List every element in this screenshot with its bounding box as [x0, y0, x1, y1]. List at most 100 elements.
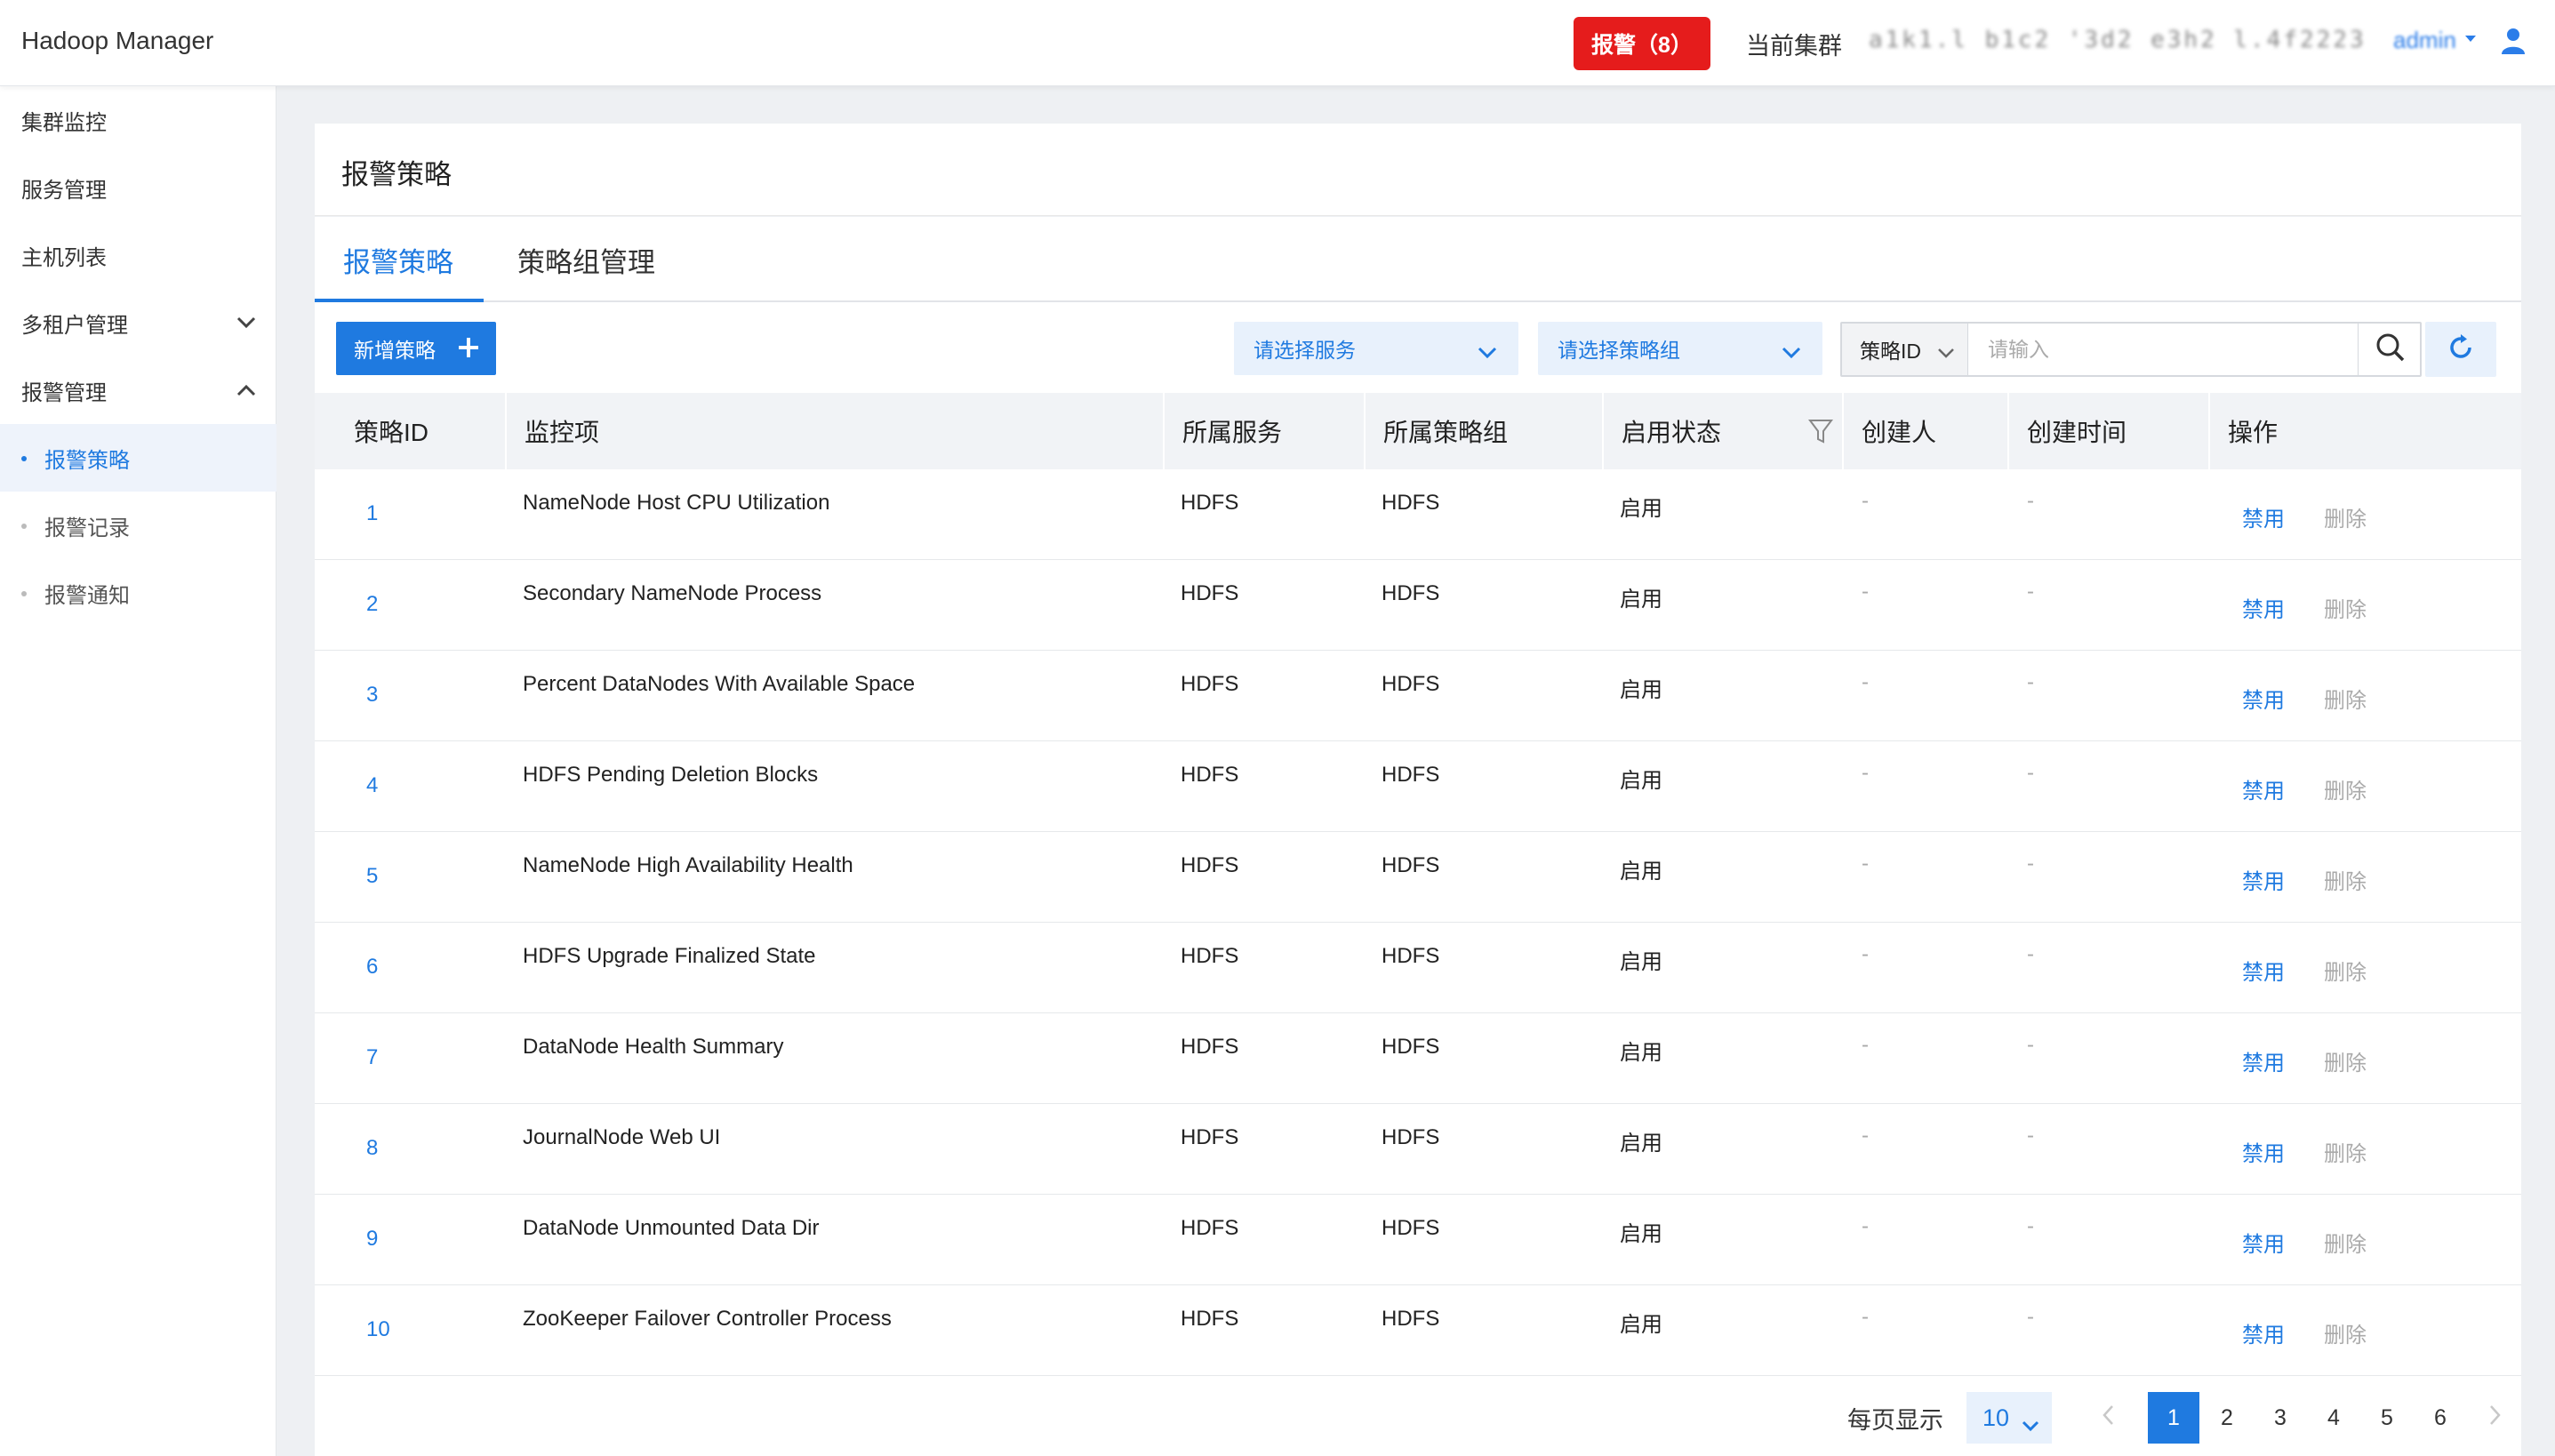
per-page-select[interactable]: 10	[1966, 1392, 2052, 1444]
disable-link[interactable]: 禁用	[2242, 955, 2285, 986]
sidebar-item-host-list[interactable]: 主机列表	[0, 221, 276, 289]
monitor-item-cell: ZooKeeper Failover Controller Process	[523, 1307, 892, 1331]
policy-id-link[interactable]: 8	[366, 1136, 378, 1161]
search-input[interactable]	[1970, 324, 2358, 375]
chevron-down-icon	[2022, 1412, 2039, 1439]
page-button-5[interactable]: 5	[2361, 1392, 2413, 1444]
delete-link[interactable]: 删除	[2324, 773, 2367, 804]
page-button-2[interactable]: 2	[2201, 1392, 2253, 1444]
prev-page-button[interactable]	[2082, 1392, 2134, 1444]
policy-group-cell: HDFS	[1382, 491, 1440, 515]
sidebar-subitem-alarm-notification[interactable]: 报警通知	[0, 559, 276, 627]
service-cell: HDFS	[1181, 1125, 1239, 1149]
delete-link[interactable]: 删除	[2324, 1227, 2367, 1258]
page-button-1[interactable]: 1	[2148, 1392, 2199, 1444]
disable-link[interactable]: 禁用	[2242, 1045, 2285, 1076]
sidebar-item-cluster-monitor[interactable]: 集群监控	[0, 86, 276, 154]
table-row: 3 Percent DataNodes With Available Space…	[315, 651, 2521, 741]
filter-icon[interactable]	[1808, 418, 1833, 449]
service-select[interactable]: 请选择服务	[1234, 322, 1518, 375]
policy-id-link[interactable]: 6	[366, 955, 378, 980]
search-type-select[interactable]: 策略ID	[1842, 324, 1968, 375]
policy-id-link[interactable]: 9	[366, 1227, 378, 1252]
policy-id-link[interactable]: 10	[366, 1317, 390, 1342]
disable-link[interactable]: 禁用	[2242, 501, 2285, 532]
tab-alarm-policy[interactable]: 报警策略	[343, 240, 453, 302]
delete-link[interactable]: 删除	[2324, 592, 2367, 623]
disable-link[interactable]: 禁用	[2242, 1136, 2285, 1167]
pagination: 每页显示 10 1 2 3 4 5 6	[315, 1376, 2521, 1456]
user-menu-chevron-down-icon[interactable]	[2464, 32, 2477, 48]
policy-group-cell: HDFS	[1382, 1307, 1440, 1331]
delete-link[interactable]: 删除	[2324, 1317, 2367, 1348]
table-row: 2 Secondary NameNode Process HDFS HDFS 启…	[315, 560, 2521, 651]
page-title: 报警策略	[341, 159, 452, 190]
delete-link[interactable]: 删除	[2324, 1045, 2367, 1076]
created-time-cell: -	[2027, 1305, 2034, 1329]
delete-link[interactable]: 删除	[2324, 683, 2367, 714]
column-divider	[505, 393, 507, 469]
policy-id-link[interactable]: 5	[366, 864, 378, 889]
policy-id-link[interactable]: 1	[366, 501, 378, 526]
service-cell: HDFS	[1181, 1307, 1239, 1331]
policy-id-link[interactable]: 4	[366, 773, 378, 798]
disable-link[interactable]: 禁用	[2242, 864, 2285, 895]
created-time-cell: -	[2027, 670, 2034, 694]
chevron-right-icon	[2489, 1404, 2502, 1432]
disable-link[interactable]: 禁用	[2242, 1317, 2285, 1348]
creator-cell: -	[1862, 1214, 1869, 1238]
page-button-4[interactable]: 4	[2308, 1392, 2359, 1444]
delete-link[interactable]: 删除	[2324, 501, 2367, 532]
service-select-value: 请选择服务	[1253, 339, 1356, 362]
column-header-status: 启用状态	[1622, 419, 1722, 446]
table-row: 7 DataNode Health Summary HDFS HDFS 启用 -…	[315, 1013, 2521, 1104]
monitor-item-cell: NameNode High Availability Health	[523, 853, 853, 877]
delete-link[interactable]: 删除	[2324, 955, 2367, 986]
sidebar-item-service-management[interactable]: 服务管理	[0, 154, 276, 221]
next-page-button[interactable]	[2470, 1392, 2521, 1444]
sidebar-item-multi-tenant[interactable]: 多租户管理	[0, 289, 276, 356]
tab-policy-group-management[interactable]: 策略组管理	[517, 240, 655, 302]
disable-link[interactable]: 禁用	[2242, 592, 2285, 623]
service-cell: HDFS	[1181, 581, 1239, 605]
status-cell: 启用	[1620, 950, 1662, 974]
bullet-icon	[21, 524, 27, 529]
add-policy-button[interactable]: 新增策略	[336, 322, 496, 375]
sidebar-item-alarm-management[interactable]: 报警管理	[0, 356, 276, 424]
creator-cell: -	[1862, 1124, 1869, 1148]
disable-link[interactable]: 禁用	[2242, 1227, 2285, 1258]
user-name[interactable]: admin	[2393, 27, 2456, 54]
sidebar-subitem-alarm-policy[interactable]: 报警策略	[0, 424, 276, 492]
creator-cell: -	[1862, 670, 1869, 694]
policy-id-link[interactable]: 2	[366, 592, 378, 617]
policy-group-select[interactable]: 请选择策略组	[1538, 322, 1822, 375]
page-button-3[interactable]: 3	[2255, 1392, 2306, 1444]
service-cell: HDFS	[1181, 1216, 1239, 1240]
search-button[interactable]	[2358, 324, 2422, 375]
monitor-item-cell: HDFS Pending Deletion Blocks	[523, 763, 819, 787]
column-header-policy-group: 所属策略组	[1383, 419, 1509, 446]
sidebar-item-label: 多租户管理	[21, 313, 128, 338]
sidebar-subitem-alarm-records[interactable]: 报警记录	[0, 492, 276, 559]
alarm-button[interactable]: 报警（8）	[1574, 17, 1710, 70]
creator-cell: -	[1862, 761, 1869, 785]
search-group: 策略ID	[1840, 322, 2422, 377]
delete-link[interactable]: 删除	[2324, 1136, 2367, 1167]
created-time-cell: -	[2027, 1124, 2034, 1148]
user-avatar-icon[interactable]	[2500, 27, 2527, 60]
policy-group-cell: HDFS	[1382, 581, 1440, 605]
plus-icon	[457, 336, 480, 364]
policy-id-link[interactable]: 7	[366, 1045, 378, 1070]
policy-group-cell: HDFS	[1382, 853, 1440, 877]
disable-link[interactable]: 禁用	[2242, 773, 2285, 804]
sidebar-subitem-label: 报警策略	[44, 448, 130, 473]
refresh-button[interactable]	[2425, 322, 2496, 377]
column-divider	[1163, 393, 1165, 469]
monitor-item-cell: Percent DataNodes With Available Space	[523, 672, 916, 696]
disable-link[interactable]: 禁用	[2242, 683, 2285, 714]
policy-id-link[interactable]: 3	[366, 683, 378, 708]
delete-link[interactable]: 删除	[2324, 864, 2367, 895]
page-button-6[interactable]: 6	[2415, 1392, 2466, 1444]
creator-cell: -	[1862, 942, 1869, 966]
sidebar-item-label: 服务管理	[21, 178, 107, 203]
